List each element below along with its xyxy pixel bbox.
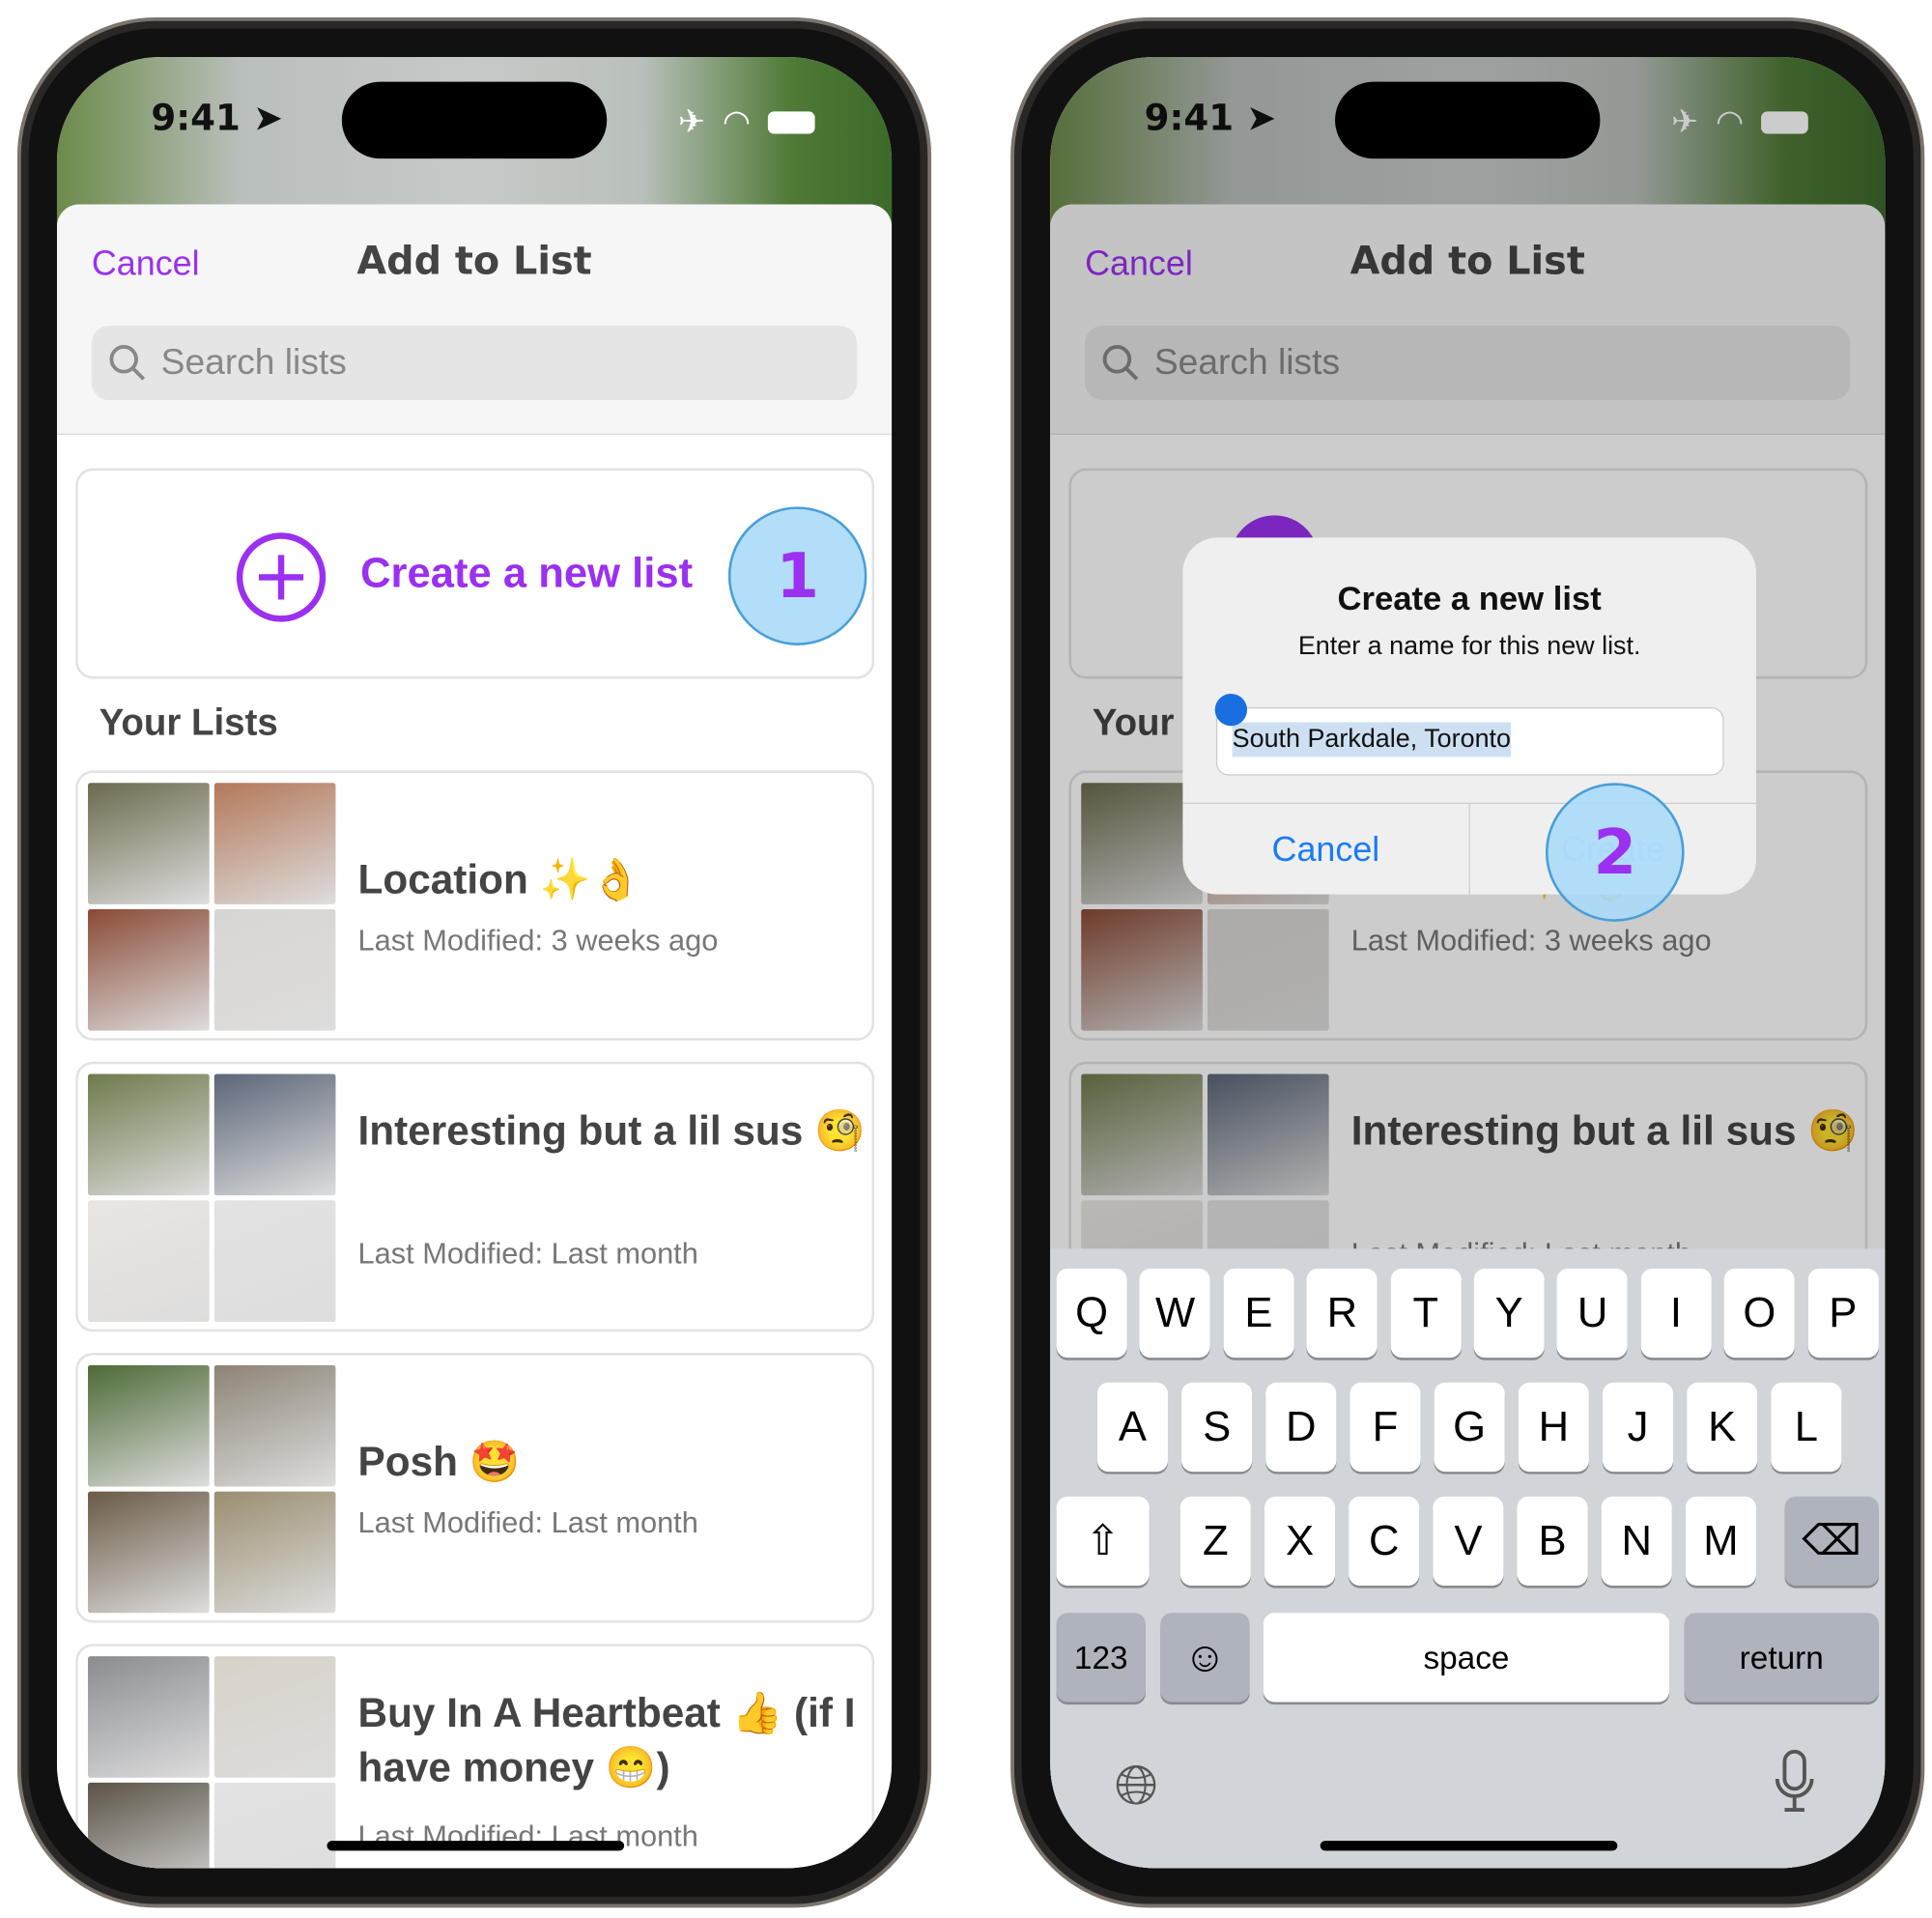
list-thumbnails — [88, 1074, 336, 1322]
emoji-key-icon[interactable]: ☺ — [1160, 1613, 1250, 1703]
list-title: Buy In A Heartbeat 👍 (if I have money 😁) — [357, 1689, 856, 1790]
key-b[interactable]: B — [1517, 1496, 1588, 1587]
list-name-input[interactable]: South Parkdale, Toronto — [1215, 707, 1724, 776]
search-icon — [109, 345, 146, 381]
delete-key-icon[interactable]: ⌫ — [1784, 1496, 1879, 1587]
key-x[interactable]: X — [1264, 1496, 1336, 1587]
key-t[interactable]: T — [1390, 1268, 1462, 1359]
screen-right: 9:41 ➤ ✈ ◠ Cancel Add to List Search list… — [1050, 56, 1886, 1869]
house-photo — [213, 783, 336, 904]
list-last-modified: Last Modified: 3 weeks ago — [357, 924, 719, 959]
list-item[interactable]: Posh 🤩 Last Modified: Last month — [75, 1352, 875, 1623]
list-item[interactable]: Interesting but a lil sus 🧐 Last Modified… — [75, 1061, 875, 1332]
tap-marker: 1 — [727, 506, 867, 645]
add-to-list-sheet: Cancel Add to List Search lists Create a… — [56, 204, 893, 1869]
globe-icon[interactable]: 🌐︎ — [1115, 1754, 1158, 1817]
search-placeholder: Search lists — [160, 342, 347, 383]
return-key[interactable]: return — [1684, 1613, 1879, 1703]
list-title: Location ✨👌 — [357, 855, 641, 902]
key-f[interactable]: F — [1350, 1382, 1421, 1473]
time-text: 9:41 — [151, 96, 241, 139]
keyboard: 🌐︎ Q W E R T Y U I O P A S D F G H J K L ⇧ Z X C V B N M ⌫ 123 ☺ space… — [1050, 1248, 1886, 1869]
wifi-icon: ◠ — [722, 103, 751, 142]
key-s[interactable]: S — [1181, 1382, 1253, 1473]
status-icons: ✈ ◠ — [678, 104, 815, 141]
plus-circle-icon — [236, 532, 327, 622]
microphone-icon[interactable] — [1774, 1749, 1816, 1814]
dialog-message: Enter a name for this new list. — [1297, 631, 1641, 661]
house-photo — [88, 783, 210, 904]
house-photo — [213, 1782, 336, 1869]
sheet-title: Add to List — [356, 239, 592, 284]
dialog-title: Create a new list — [1337, 579, 1602, 617]
house-photo — [88, 909, 210, 1031]
shift-key-icon[interactable]: ⇧ — [1056, 1496, 1150, 1587]
key-q[interactable]: Q — [1056, 1268, 1127, 1359]
key-w[interactable]: W — [1139, 1268, 1211, 1359]
space-key[interactable]: space — [1263, 1613, 1670, 1703]
house-photo — [213, 909, 336, 1031]
house-photo — [88, 1200, 210, 1322]
list-last-modified: Last Modified: Last month — [357, 1237, 698, 1272]
house-photo — [213, 1364, 336, 1487]
key-r[interactable]: R — [1306, 1268, 1378, 1359]
key-l[interactable]: L — [1771, 1382, 1842, 1473]
numbers-key[interactable]: 123 — [1056, 1613, 1146, 1703]
search-input[interactable]: Search lists — [91, 326, 858, 401]
list-title: Posh 🤩 — [357, 1438, 521, 1484]
key-u[interactable]: U — [1557, 1268, 1629, 1359]
section-title: Your Lists — [99, 701, 278, 744]
list-thumbnails — [88, 783, 336, 1031]
key-i[interactable]: I — [1640, 1268, 1712, 1359]
dialog-cancel-button[interactable]: Cancel — [1182, 804, 1470, 895]
phone-left: 9:41 ➤ ✈ ◠ Cancel Add to List Search list… — [16, 16, 932, 1908]
battery-icon — [767, 111, 815, 134]
key-g[interactable]: G — [1434, 1382, 1505, 1473]
key-j[interactable]: J — [1602, 1382, 1674, 1473]
sheet-header: Cancel Add to List Search lists — [56, 204, 893, 435]
key-h[interactable]: H — [1518, 1382, 1589, 1473]
key-c[interactable]: C — [1349, 1496, 1420, 1587]
list-name-value: South Parkdale, Toronto — [1232, 722, 1512, 758]
key-m[interactable]: M — [1685, 1496, 1756, 1587]
create-new-list-label: Create a new list — [360, 550, 694, 597]
list-thumbnails — [88, 1656, 336, 1869]
key-z[interactable]: Z — [1179, 1496, 1251, 1587]
house-photo — [88, 1656, 210, 1778]
airplane-icon: ✈ — [677, 103, 705, 142]
dynamic-island — [341, 81, 608, 159]
selection-start-handle[interactable] — [1214, 693, 1248, 727]
house-photo — [213, 1074, 336, 1196]
location-arrow-icon: ➤ — [252, 96, 284, 139]
key-o[interactable]: O — [1723, 1268, 1795, 1359]
key-a[interactable]: A — [1096, 1382, 1168, 1473]
house-photo — [213, 1491, 336, 1614]
house-photo — [88, 1074, 210, 1196]
home-indicator — [1320, 1841, 1618, 1851]
key-n[interactable]: N — [1601, 1496, 1672, 1587]
key-v[interactable]: V — [1433, 1496, 1504, 1587]
tap-marker: 2 — [1545, 783, 1685, 922]
list-title: Interesting but a lil sus 🧐 — [357, 1107, 866, 1154]
house-photo — [88, 1782, 210, 1869]
list-last-modified: Last Modified: Last month — [357, 1505, 698, 1540]
home-indicator — [327, 1841, 625, 1851]
key-k[interactable]: K — [1687, 1382, 1758, 1473]
list-item[interactable]: Location ✨👌 Last Modified: 3 weeks ago — [75, 770, 875, 1041]
key-e[interactable]: E — [1223, 1268, 1294, 1359]
key-d[interactable]: D — [1265, 1382, 1337, 1473]
status-time: 9:41 ➤ — [151, 97, 283, 139]
key-p[interactable]: P — [1807, 1268, 1879, 1359]
house-photo — [88, 1491, 210, 1614]
list-item[interactable]: Buy In A Heartbeat 👍 (if I have money 😁)… — [75, 1644, 875, 1869]
house-photo — [88, 1364, 210, 1487]
house-photo — [213, 1656, 336, 1778]
stage: 9:41 ➤ ✈ ◠ Cancel Add to List Search list… — [0, 0, 1932, 1918]
phone-right: 9:41 ➤ ✈ ◠ Cancel Add to List Search list… — [1010, 16, 1925, 1908]
house-photo — [213, 1200, 336, 1322]
screen-left: 9:41 ➤ ✈ ◠ Cancel Add to List Search list… — [56, 56, 893, 1869]
list-thumbnails — [88, 1364, 336, 1614]
key-y[interactable]: Y — [1473, 1268, 1545, 1359]
